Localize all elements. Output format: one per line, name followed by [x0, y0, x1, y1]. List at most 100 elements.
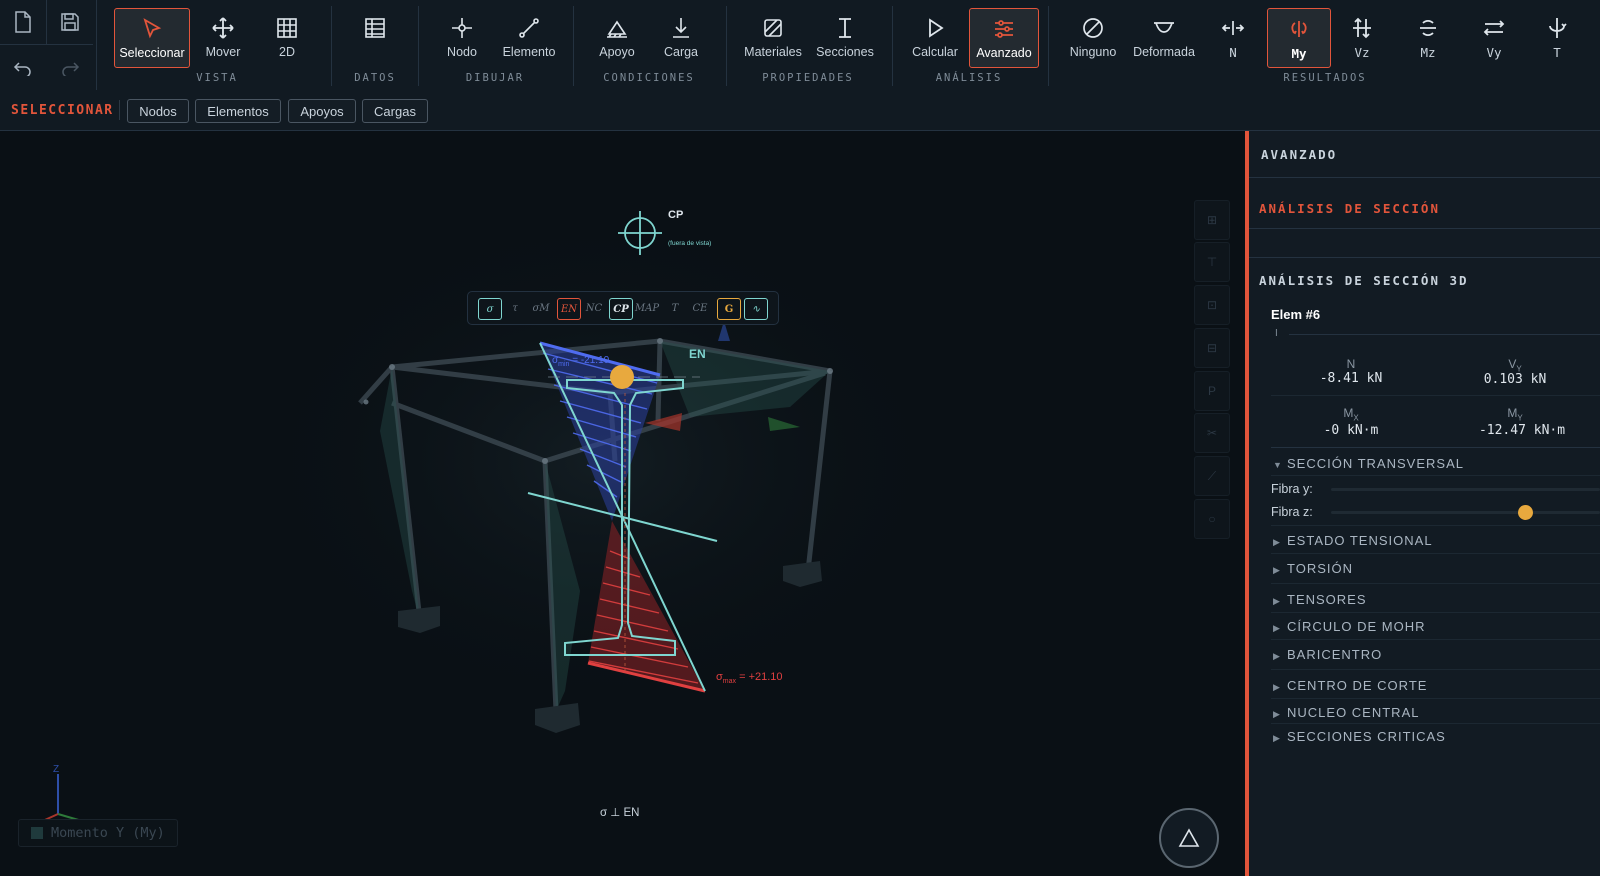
carga-button[interactable]: Carga	[644, 8, 718, 66]
view-tool-side[interactable]: ⊟	[1194, 328, 1230, 368]
wave-toggle[interactable]: ∿	[744, 298, 768, 320]
save-icon[interactable]	[47, 0, 93, 45]
view-tool-top[interactable]: ⊤	[1194, 242, 1230, 282]
3d-viewport[interactable]: Z X Y CP (fuera de vista) EN σmin = -21.…	[0, 131, 1245, 876]
divider	[1271, 698, 1600, 699]
g-toggle[interactable]: G	[717, 298, 741, 320]
filter-nodos-chip[interactable]: Nodos	[127, 99, 189, 123]
element-id: Elem #6	[1271, 307, 1321, 322]
sigma-toggle[interactable]: σ	[478, 298, 502, 320]
redo-icon[interactable]	[47, 46, 93, 90]
mover-button[interactable]: Mover	[186, 8, 260, 66]
filter-elementos-chip[interactable]: Elementos	[195, 99, 281, 123]
chevron-right-icon: ▶	[1273, 623, 1281, 633]
avanzado-button[interactable]: Avanzado	[969, 8, 1039, 68]
view-tool-perspective[interactable]: P	[1194, 371, 1230, 411]
apoyo-label: Apoyo	[599, 45, 635, 59]
section-analysis-title[interactable]: ANÁLISIS DE SECCIÓN	[1259, 201, 1440, 216]
vz-label: Vz	[1354, 45, 1370, 60]
cp-label: CP	[668, 209, 684, 221]
accordion-label: NUCLEO CENTRAL	[1287, 705, 1420, 720]
sigma-min-value: = -21.10	[572, 355, 610, 366]
accordion-torsion[interactable]: ▶ TORSIÓN	[1273, 561, 1353, 576]
tau-toggle[interactable]: τ	[504, 298, 526, 318]
elemento-button[interactable]: Elemento	[492, 8, 566, 66]
sigma-m-toggle[interactable]: σM	[529, 298, 553, 318]
divider	[1249, 228, 1600, 229]
t-toggle[interactable]: T	[664, 298, 686, 318]
accordion-secciones-criticas[interactable]: ▶ SECCIONES CRITICAS	[1273, 729, 1446, 744]
accordion-label: CÍRCULO DE MOHR	[1287, 619, 1426, 634]
view-tool-measure[interactable]: ⟋	[1194, 456, 1230, 496]
nc-toggle[interactable]: NC	[583, 298, 605, 318]
materiales-label: Materiales	[744, 45, 802, 59]
support-icon	[607, 20, 627, 38]
vz-button[interactable]: Vz	[1327, 8, 1397, 66]
divider	[1289, 334, 1600, 335]
view-tool-circle[interactable]: ○	[1194, 499, 1230, 539]
view-tool-cut[interactable]: ✂	[1194, 413, 1230, 453]
accordion-circulo-mohr[interactable]: ▶ CÍRCULO DE MOHR	[1273, 619, 1426, 634]
axis-z-label: Z	[53, 764, 59, 775]
none-icon	[1083, 18, 1103, 38]
divider	[1271, 447, 1600, 448]
group-condiciones: CONDICIONES	[603, 72, 695, 84]
divider	[1271, 723, 1600, 724]
group-analisis: ANÁLISIS	[935, 72, 1003, 84]
my-label: My	[1291, 46, 1307, 61]
fibra-y-slider[interactable]	[1331, 488, 1600, 491]
move-icon	[212, 17, 234, 39]
n-button[interactable]: N	[1198, 8, 1268, 66]
deformada-button[interactable]: Deformada	[1124, 8, 1204, 66]
seleccionar-button[interactable]: Seleccionar	[114, 8, 190, 68]
accordion-tensores[interactable]: ▶ TENSORES	[1273, 592, 1367, 607]
n-label: N	[1229, 45, 1237, 60]
expand-panel-button[interactable]	[1159, 808, 1219, 868]
apoyo-button[interactable]: Apoyo	[580, 8, 654, 66]
fibra-z-thumb[interactable]	[1517, 505, 1533, 520]
accordion-nucleo-central[interactable]: ▶ NUCLEO CENTRAL	[1273, 705, 1419, 720]
divider	[1271, 669, 1600, 670]
divider	[331, 6, 332, 86]
divider	[1271, 475, 1600, 476]
sigma-min-annotation: σmin = -21.10	[552, 355, 609, 368]
accordion-centro-corte[interactable]: ▶ CENTRO DE CORTE	[1273, 678, 1427, 693]
datos-button[interactable]	[338, 8, 412, 66]
view-tool-front[interactable]: ⊡	[1194, 285, 1230, 325]
map-toggle[interactable]: MAP	[634, 298, 660, 318]
accordion-baricentro[interactable]: ▶ BARICENTRO	[1273, 647, 1382, 662]
undo-icon[interactable]	[0, 46, 46, 90]
ce-toggle[interactable]: CE	[689, 298, 711, 318]
view-tool-grid[interactable]: ⊞	[1194, 200, 1230, 240]
stat-mx-value: -0 kN·m	[1323, 423, 1379, 438]
nodo-button[interactable]: Nodo	[425, 8, 499, 66]
axial-icon	[1221, 21, 1245, 35]
t-button[interactable]: T	[1522, 8, 1592, 66]
mz-button[interactable]: Mz	[1393, 8, 1463, 66]
en-toggle[interactable]: EN	[557, 298, 581, 320]
divider	[1271, 525, 1600, 526]
material-icon	[764, 19, 782, 37]
new-file-icon[interactable]	[0, 0, 47, 45]
secciones-button[interactable]: Secciones	[808, 8, 882, 66]
cursor-icon	[143, 18, 162, 39]
calcular-button[interactable]: Calcular	[898, 8, 972, 66]
en-label: EN	[689, 347, 706, 361]
vy-button[interactable]: Vy	[1459, 8, 1529, 66]
accordion-estado-tensional[interactable]: ▶ ESTADO TENSIONAL	[1273, 533, 1433, 548]
filter-apoyos-chip[interactable]: Apoyos	[288, 99, 356, 123]
2d-button[interactable]: 2D	[250, 8, 324, 66]
my-button[interactable]: My	[1267, 8, 1331, 68]
ninguno-button[interactable]: Ninguno	[1056, 8, 1130, 66]
fibra-z-slider[interactable]	[1331, 505, 1600, 520]
accordion-seccion-transversal[interactable]: ▼ SECCIÓN TRANSVERSAL	[1273, 456, 1464, 471]
chevron-right-icon: ▶	[1273, 537, 1281, 547]
materiales-button[interactable]: Materiales	[736, 8, 810, 66]
filter-cargas-chip[interactable]: Cargas	[362, 99, 428, 123]
group-dibujar: DIBUJAR	[465, 72, 525, 84]
2d-label: 2D	[279, 45, 295, 59]
cp-toggle[interactable]: CP	[609, 298, 633, 320]
triangle-up-icon	[1178, 828, 1200, 847]
fiber-marker[interactable]	[610, 365, 634, 389]
group-resultados: RESULTADOS	[1283, 72, 1367, 84]
